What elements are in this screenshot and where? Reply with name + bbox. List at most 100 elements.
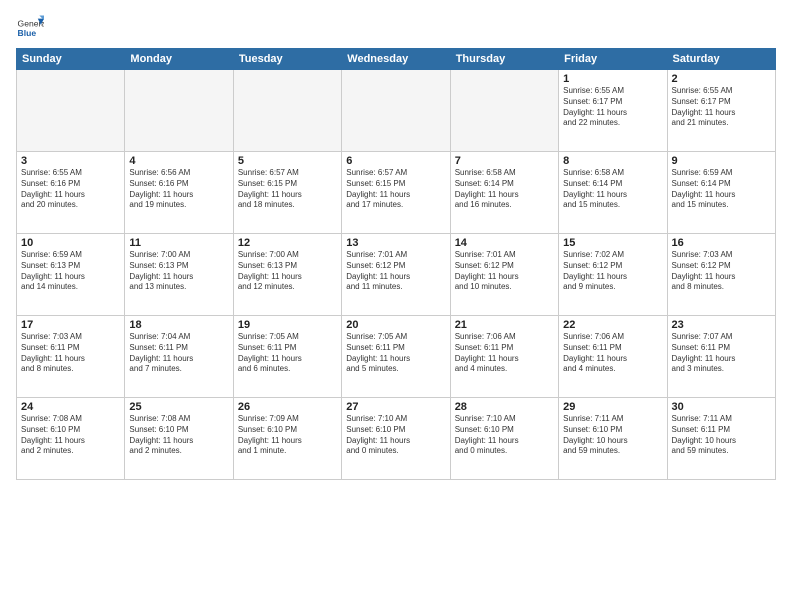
calendar-week-row: 24Sunrise: 7:08 AM Sunset: 6:10 PM Dayli… (17, 398, 776, 480)
day-info: Sunrise: 6:56 AM Sunset: 6:16 PM Dayligh… (129, 168, 228, 211)
calendar-cell: 30Sunrise: 7:11 AM Sunset: 6:11 PM Dayli… (667, 398, 775, 480)
calendar-cell: 21Sunrise: 7:06 AM Sunset: 6:11 PM Dayli… (450, 316, 558, 398)
day-number: 27 (346, 401, 445, 413)
calendar-cell: 14Sunrise: 7:01 AM Sunset: 6:12 PM Dayli… (450, 234, 558, 316)
calendar-cell: 12Sunrise: 7:00 AM Sunset: 6:13 PM Dayli… (233, 234, 341, 316)
day-number: 23 (672, 319, 771, 331)
calendar-cell: 9Sunrise: 6:59 AM Sunset: 6:14 PM Daylig… (667, 152, 775, 234)
day-info: Sunrise: 7:07 AM Sunset: 6:11 PM Dayligh… (672, 332, 771, 375)
day-number: 10 (21, 237, 120, 249)
calendar-cell: 10Sunrise: 6:59 AM Sunset: 6:13 PM Dayli… (17, 234, 125, 316)
day-info: Sunrise: 6:55 AM Sunset: 6:17 PM Dayligh… (672, 86, 771, 129)
day-number: 20 (346, 319, 445, 331)
day-number: 26 (238, 401, 337, 413)
weekday-header: Friday (559, 49, 667, 70)
calendar-cell: 20Sunrise: 7:05 AM Sunset: 6:11 PM Dayli… (342, 316, 450, 398)
day-number: 4 (129, 155, 228, 167)
calendar-cell: 28Sunrise: 7:10 AM Sunset: 6:10 PM Dayli… (450, 398, 558, 480)
day-number: 19 (238, 319, 337, 331)
calendar-cell: 6Sunrise: 6:57 AM Sunset: 6:15 PM Daylig… (342, 152, 450, 234)
day-info: Sunrise: 7:08 AM Sunset: 6:10 PM Dayligh… (129, 414, 228, 457)
day-info: Sunrise: 7:02 AM Sunset: 6:12 PM Dayligh… (563, 250, 662, 293)
day-info: Sunrise: 7:11 AM Sunset: 6:10 PM Dayligh… (563, 414, 662, 457)
day-number: 16 (672, 237, 771, 249)
day-info: Sunrise: 7:05 AM Sunset: 6:11 PM Dayligh… (346, 332, 445, 375)
logo: General Blue (16, 14, 44, 42)
calendar-cell: 16Sunrise: 7:03 AM Sunset: 6:12 PM Dayli… (667, 234, 775, 316)
calendar-cell: 2Sunrise: 6:55 AM Sunset: 6:17 PM Daylig… (667, 70, 775, 152)
calendar-cell: 4Sunrise: 6:56 AM Sunset: 6:16 PM Daylig… (125, 152, 233, 234)
day-info: Sunrise: 7:11 AM Sunset: 6:11 PM Dayligh… (672, 414, 771, 457)
calendar-cell: 17Sunrise: 7:03 AM Sunset: 6:11 PM Dayli… (17, 316, 125, 398)
svg-text:Blue: Blue (18, 28, 37, 38)
day-number: 18 (129, 319, 228, 331)
calendar-cell: 25Sunrise: 7:08 AM Sunset: 6:10 PM Dayli… (125, 398, 233, 480)
calendar-table: SundayMondayTuesdayWednesdayThursdayFrid… (16, 48, 776, 480)
day-number: 2 (672, 73, 771, 85)
day-number: 28 (455, 401, 554, 413)
calendar-cell (233, 70, 341, 152)
weekday-header: Saturday (667, 49, 775, 70)
calendar-cell: 7Sunrise: 6:58 AM Sunset: 6:14 PM Daylig… (450, 152, 558, 234)
calendar-cell: 26Sunrise: 7:09 AM Sunset: 6:10 PM Dayli… (233, 398, 341, 480)
day-number: 17 (21, 319, 120, 331)
day-info: Sunrise: 6:58 AM Sunset: 6:14 PM Dayligh… (455, 168, 554, 211)
weekday-header: Tuesday (233, 49, 341, 70)
calendar-cell: 29Sunrise: 7:11 AM Sunset: 6:10 PM Dayli… (559, 398, 667, 480)
day-info: Sunrise: 6:57 AM Sunset: 6:15 PM Dayligh… (346, 168, 445, 211)
calendar-cell: 8Sunrise: 6:58 AM Sunset: 6:14 PM Daylig… (559, 152, 667, 234)
calendar-cell (17, 70, 125, 152)
day-info: Sunrise: 7:10 AM Sunset: 6:10 PM Dayligh… (346, 414, 445, 457)
day-info: Sunrise: 7:01 AM Sunset: 6:12 PM Dayligh… (346, 250, 445, 293)
day-number: 13 (346, 237, 445, 249)
calendar-cell (342, 70, 450, 152)
calendar-cell: 1Sunrise: 6:55 AM Sunset: 6:17 PM Daylig… (559, 70, 667, 152)
calendar-cell: 19Sunrise: 7:05 AM Sunset: 6:11 PM Dayli… (233, 316, 341, 398)
calendar-week-row: 1Sunrise: 6:55 AM Sunset: 6:17 PM Daylig… (17, 70, 776, 152)
day-info: Sunrise: 6:55 AM Sunset: 6:16 PM Dayligh… (21, 168, 120, 211)
calendar-cell: 13Sunrise: 7:01 AM Sunset: 6:12 PM Dayli… (342, 234, 450, 316)
logo-icon: General Blue (16, 14, 44, 42)
day-number: 8 (563, 155, 662, 167)
day-info: Sunrise: 7:10 AM Sunset: 6:10 PM Dayligh… (455, 414, 554, 457)
day-number: 15 (563, 237, 662, 249)
calendar-cell (125, 70, 233, 152)
calendar-cell: 15Sunrise: 7:02 AM Sunset: 6:12 PM Dayli… (559, 234, 667, 316)
calendar-cell: 27Sunrise: 7:10 AM Sunset: 6:10 PM Dayli… (342, 398, 450, 480)
header: General Blue (16, 14, 776, 42)
calendar-cell: 22Sunrise: 7:06 AM Sunset: 6:11 PM Dayli… (559, 316, 667, 398)
day-number: 11 (129, 237, 228, 249)
weekday-header-row: SundayMondayTuesdayWednesdayThursdayFrid… (17, 49, 776, 70)
day-number: 25 (129, 401, 228, 413)
page: General Blue SundayMondayTuesdayWednesda… (0, 0, 792, 612)
day-info: Sunrise: 6:55 AM Sunset: 6:17 PM Dayligh… (563, 86, 662, 129)
day-info: Sunrise: 6:59 AM Sunset: 6:14 PM Dayligh… (672, 168, 771, 211)
calendar-week-row: 17Sunrise: 7:03 AM Sunset: 6:11 PM Dayli… (17, 316, 776, 398)
day-number: 24 (21, 401, 120, 413)
calendar-cell: 3Sunrise: 6:55 AM Sunset: 6:16 PM Daylig… (17, 152, 125, 234)
day-number: 6 (346, 155, 445, 167)
calendar-cell: 23Sunrise: 7:07 AM Sunset: 6:11 PM Dayli… (667, 316, 775, 398)
day-info: Sunrise: 7:09 AM Sunset: 6:10 PM Dayligh… (238, 414, 337, 457)
day-info: Sunrise: 7:00 AM Sunset: 6:13 PM Dayligh… (129, 250, 228, 293)
day-info: Sunrise: 7:03 AM Sunset: 6:11 PM Dayligh… (21, 332, 120, 375)
day-info: Sunrise: 6:57 AM Sunset: 6:15 PM Dayligh… (238, 168, 337, 211)
calendar-cell: 5Sunrise: 6:57 AM Sunset: 6:15 PM Daylig… (233, 152, 341, 234)
day-number: 1 (563, 73, 662, 85)
day-info: Sunrise: 7:01 AM Sunset: 6:12 PM Dayligh… (455, 250, 554, 293)
day-info: Sunrise: 7:08 AM Sunset: 6:10 PM Dayligh… (21, 414, 120, 457)
calendar-week-row: 3Sunrise: 6:55 AM Sunset: 6:16 PM Daylig… (17, 152, 776, 234)
day-info: Sunrise: 7:03 AM Sunset: 6:12 PM Dayligh… (672, 250, 771, 293)
calendar-cell (450, 70, 558, 152)
day-number: 29 (563, 401, 662, 413)
day-number: 5 (238, 155, 337, 167)
day-number: 14 (455, 237, 554, 249)
day-number: 12 (238, 237, 337, 249)
day-number: 21 (455, 319, 554, 331)
weekday-header: Sunday (17, 49, 125, 70)
weekday-header: Thursday (450, 49, 558, 70)
calendar-cell: 18Sunrise: 7:04 AM Sunset: 6:11 PM Dayli… (125, 316, 233, 398)
day-number: 30 (672, 401, 771, 413)
day-number: 7 (455, 155, 554, 167)
calendar-week-row: 10Sunrise: 6:59 AM Sunset: 6:13 PM Dayli… (17, 234, 776, 316)
